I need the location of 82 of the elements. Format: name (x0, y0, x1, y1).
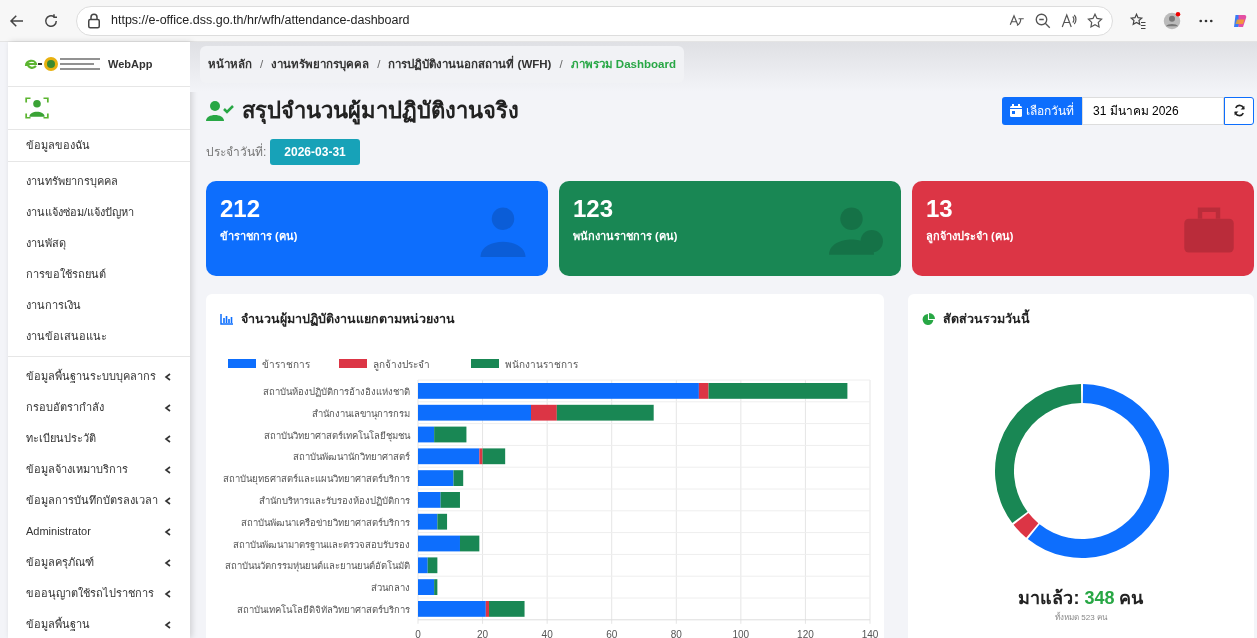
category-label: สถาบันห้องปฏิบัติการอ้างอิงแห่งชาติ (263, 385, 410, 397)
legend-swatch (471, 358, 499, 368)
sidebar-item[interactable]: งานแจ้งซ่อม/แจ้งปัญหา (8, 197, 190, 228)
user-profile-icon[interactable] (24, 95, 50, 121)
axis-tick-label: 120 (797, 628, 814, 638)
attendance-summary: มาแล้ว: 348 คน (1017, 586, 1145, 610)
legend-label: ข้าราชการ (262, 358, 310, 370)
total-count: ทั้งหมด 523 คน (1054, 611, 1109, 624)
address-bar[interactable]: https://e-office.dss.go.th/hr/wfh/attendance-dashboard (76, 5, 1113, 36)
sidebar-item[interactable]: งานข้อเสนอแนะ (8, 321, 190, 352)
category-label: สถาบันพัฒนาเครือข่ายวิทยาศาสตร์บริการ (241, 516, 410, 528)
axis-tick-label: 20 (477, 628, 489, 638)
axis-tick-label: 100 (732, 628, 750, 638)
sidebar-item[interactable]: ข้อมูลพื้นฐานระบบบุคลากร (8, 361, 190, 392)
sidebar-item[interactable]: งานทรัพยากรบุคคล (8, 166, 190, 197)
sidebar-item[interactable]: ข้อมูลของฉัน (8, 130, 190, 161)
category-label: สำนักบริหารและรับรองห้องปฏิบัติการ (259, 494, 410, 506)
axis-tick-label: 0 (415, 628, 421, 638)
read-aloud-icon[interactable] (1060, 11, 1078, 30)
category-label: สถาบันวิทยาศาสตร์เทคโนโลยีชุมชน (264, 429, 410, 441)
sidebar-item[interactable]: งานพัสดุ (8, 228, 190, 259)
sidebar-item[interactable]: ทะเบียนประวัติ (8, 423, 190, 454)
sidebar-item[interactable]: ขออนุญาตใช้รถไปราชการ (8, 578, 190, 609)
stat-value: 123 (573, 195, 615, 224)
date-field[interactable]: 31 มีนาคม 2026 (1082, 96, 1224, 125)
star-icon[interactable] (1086, 11, 1104, 30)
lock-icon (85, 11, 103, 30)
stat-value: 13 (926, 195, 954, 224)
stat-value: 212 (220, 195, 262, 224)
category-label: สำนักงานเลขานุการกรม (312, 407, 410, 419)
breadcrumb-link[interactable]: หน้าหลัก (208, 58, 252, 70)
date-label: ประจำวันที่: (206, 143, 267, 161)
separator: / (260, 58, 264, 70)
zoom-out-icon[interactable] (1034, 11, 1052, 30)
axis-tick-label: 80 (670, 628, 682, 638)
refresh-icon (1232, 104, 1246, 117)
axis-tick-label: 40 (541, 628, 553, 638)
pie-chart-icon (921, 312, 935, 326)
separator: / (559, 58, 563, 70)
sidebar-item[interactable]: งานการเงิน (8, 290, 190, 321)
sidebar-item[interactable]: ข้อมูลการบันทึกบัตรลงเวลา (8, 485, 190, 516)
category-label: สถาบันนวัตกรรมหุ่นยนต์และยานยนต์อัตโนมัติ (225, 560, 410, 572)
logo-text: WebApp (108, 56, 153, 72)
profile-avatar-icon[interactable] (1163, 11, 1181, 30)
category-label: ส่วนกลาง (371, 581, 410, 593)
sidebar-item[interactable]: ข้อมูลจ้างเหมาบริการ (8, 454, 190, 485)
favorites-icon[interactable] (1129, 11, 1147, 30)
legend-label: พนักงานราชการ (505, 358, 578, 370)
category-label: สถาบันพัฒนามาตรฐานและตรวจสอบรับรอง (233, 538, 410, 550)
bar (427, 557, 438, 573)
bar (440, 491, 460, 508)
category-label: สถาบันพัฒนานักวิทยาศาสตร์ (293, 451, 410, 463)
legend-swatch (339, 358, 367, 368)
date-picker-button[interactable]: เลือกวันที่ (1002, 96, 1082, 125)
legend-label: ลูกจ้างประจำ (373, 358, 430, 370)
breadcrumb-link[interactable]: งานทรัพยากรบุคคล (271, 58, 370, 70)
axis-tick-label: 60 (606, 628, 618, 638)
panel-title: จำนวนผู้มาปฏิบัติงานแยกตามหน่วยงาน (241, 311, 455, 329)
sidebar-item[interactable]: Administrator (8, 516, 190, 547)
calendar-icon (1010, 104, 1022, 117)
sidebar-item[interactable]: การขอใช้รถยนต์ (8, 259, 190, 290)
current-page-crumb: ภาพรวม Dashboard (570, 58, 676, 70)
sidebar-item[interactable]: กรอบอัตรากำลัง (8, 392, 190, 423)
separator: / (377, 58, 381, 70)
category-label: สถาบันยุทธศาสตร์และแผนวิทยาศาสตร์บริการ (223, 472, 410, 484)
bar (418, 491, 441, 508)
stat-label: ลูกจ้างประจำ (คน) (926, 228, 1015, 245)
user-check-icon (206, 99, 234, 122)
axis-tick-label: 140 (861, 628, 879, 638)
bar (418, 557, 428, 573)
reload-icon[interactable] (42, 11, 60, 30)
sidebar-item[interactable]: ข้อมูลครุภัณฑ์ (8, 547, 190, 578)
category-label: สถาบันเทคโนโลยีดิจิทัลวิทยาศาสตร์บริการ (237, 603, 410, 615)
sidebar-item[interactable]: ข้อมูลพื้นฐาน (8, 609, 190, 638)
date-badge: 2026-03-31 (270, 139, 360, 165)
stat-label: ข้าราชการ (คน) (220, 228, 299, 244)
refresh-button[interactable] (1224, 96, 1254, 125)
bar-chart-icon (220, 313, 233, 325)
panel-title: สัดส่วนรวมวันนี้ (942, 310, 1030, 329)
stat-label: พนักงานราชการ (คน) (573, 228, 679, 244)
legend-swatch (228, 358, 256, 368)
page-title: สรุปจำนวนผู้มาปฏิบัติงานจริง (242, 97, 519, 127)
